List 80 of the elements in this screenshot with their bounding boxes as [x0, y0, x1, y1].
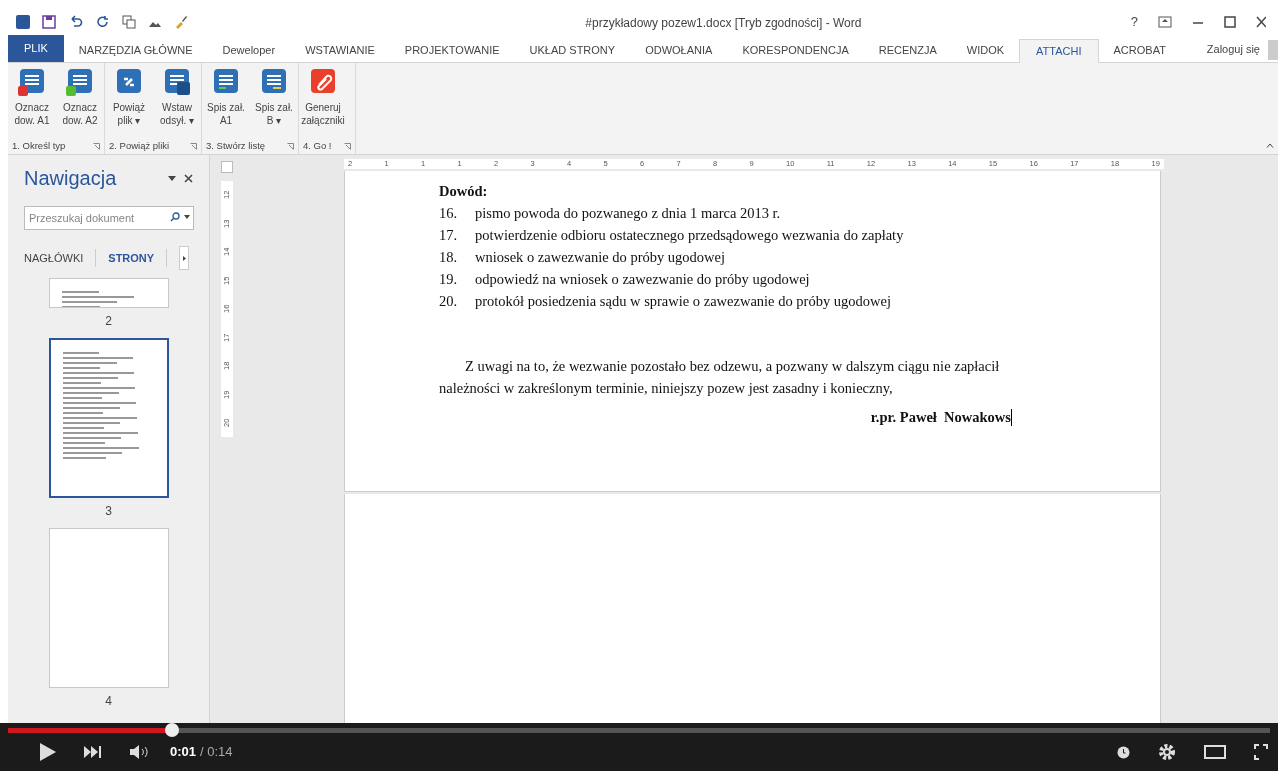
dialog-launcher-icon[interactable] [190, 142, 197, 150]
save-icon[interactable] [42, 15, 56, 29]
page-number: 3 [105, 503, 112, 520]
ribbon-tab[interactable]: RECENZJA [863, 38, 952, 62]
progress-handle[interactable] [165, 723, 180, 737]
dialog-launcher-icon[interactable] [343, 142, 351, 150]
pane-tab[interactable]: STRONY [108, 249, 167, 267]
theater-icon[interactable] [1204, 745, 1226, 759]
settings-icon[interactable] [1158, 743, 1176, 761]
dialog-launcher-icon[interactable] [93, 142, 100, 150]
document-list-icon [17, 67, 47, 97]
ribbon-tab[interactable]: PROJEKTOWANIE [389, 38, 515, 62]
search-icon[interactable] [170, 212, 180, 222]
ribbon-button[interactable]: Spis zał. B ▾ [250, 67, 298, 138]
ribbon-tab[interactable]: WIDOK [951, 38, 1020, 62]
ribbon-button[interactable]: Spis zał. A1 [202, 67, 250, 138]
more-button[interactable] [179, 246, 190, 270]
total-time: / 0:14 [200, 743, 233, 762]
list-item-text: potwierdzenie odbioru ostatecznego przedsądowego wezwania do zapłaty [475, 226, 904, 245]
play-icon[interactable] [40, 743, 56, 761]
copy-icon[interactable] [122, 15, 136, 29]
ribbon-button[interactable]: Oznacz dow. A1 [8, 67, 56, 138]
ribbon-tab[interactable]: ATTACHI [1019, 39, 1099, 63]
fullscreen-icon[interactable] [1254, 744, 1268, 760]
ribbon-button[interactable]: Oznacz dow. A2 [56, 67, 104, 138]
list-number: 19. [439, 270, 459, 289]
collapse-ribbon-icon[interactable] [1266, 143, 1274, 148]
maximize-icon[interactable] [1224, 16, 1236, 28]
current-time: 0:01 [170, 743, 197, 762]
document-list-icon [162, 67, 192, 97]
volume-icon[interactable] [130, 745, 150, 759]
ribbon-display-icon[interactable] [1158, 16, 1172, 28]
ribbon-tab[interactable]: KORESPONDENCJA [727, 38, 864, 62]
group-label: 4. Go ! [303, 138, 332, 153]
dialog-launcher-icon[interactable] [287, 142, 294, 150]
list-number: 18. [439, 248, 459, 267]
ribbon-button[interactable]: Powiąż plik ▾ [105, 67, 153, 138]
undo-icon[interactable] [68, 15, 84, 29]
list-item-text: protokół posiedzenia sądu w sprawie o zawezwanie do próby ugodowej [475, 292, 891, 311]
search-field[interactable]: Przeszukaj dokument [24, 206, 194, 230]
ribbon-tab[interactable]: NARZĘDZIA GŁÓWNE [63, 38, 208, 62]
next-icon[interactable] [84, 746, 102, 758]
list-number: 20. [439, 292, 459, 311]
list-item-text: wniosek o zawezwanie do próby ugodowej [475, 248, 726, 267]
list-number: 17. [439, 226, 459, 245]
list-number: 16. [439, 204, 459, 223]
sign-in-link[interactable]: Zaloguj się [1206, 40, 1260, 58]
file-tab[interactable]: PLIK [8, 35, 64, 62]
page-thumbnail[interactable] [48, 338, 169, 498]
redo-icon[interactable] [96, 15, 110, 29]
pane-title: Nawigacja [24, 166, 117, 191]
list-item-text: pismo powoda do pozwanego z dnia 1 marca 2013 r. [475, 204, 781, 223]
clock-icon[interactable] [1117, 745, 1130, 759]
group-label: 2. Powiąż pliki [109, 138, 170, 153]
text-cursor [1011, 409, 1012, 427]
ribbon-button[interactable]: Wstaw odsył. ▾ [153, 67, 201, 138]
document-paragraph: Z uwagi na to, że wezwanie pozostało bez odzewu, a pozwany w dalszym ciągu nie zapłacił należności w zakreślonym terminie, niniejszy pozew jest zasadny i konieczny, [439, 357, 1001, 398]
pane-tab[interactable]: NAGŁÓWKI [24, 249, 96, 267]
help-button[interactable]: ? [1130, 12, 1138, 32]
list-item-text: odpowiedź na wniosek o zawezwanie do próby ugodowej [475, 270, 810, 289]
close-icon[interactable] [1256, 16, 1266, 28]
ribbon-tab[interactable]: UKŁAD STRONY [514, 38, 631, 62]
window-title: #przykładowy pozew1.docx [Tryb zgodności] - Word [585, 16, 862, 30]
caret-icon[interactable] [184, 215, 190, 219]
caret-icon[interactable] [168, 175, 176, 181]
page-number: 2 [105, 313, 112, 330]
brush-icon[interactable] [174, 15, 188, 29]
ribbon-tab[interactable]: ODWOŁANIA [630, 38, 728, 62]
ribbon-tab[interactable]: ACROBAT [1098, 38, 1181, 62]
ribbon-tab[interactable]: WSTAWIANIE [290, 38, 390, 62]
document-heading: Dowód: [439, 182, 489, 201]
close-icon[interactable] [184, 173, 193, 183]
ribbon-button[interactable]: Generuj załączniki [299, 67, 347, 138]
ribbon-tab[interactable]: Deweloper [207, 38, 291, 62]
document-list-icon [65, 67, 95, 97]
signature: r.pr. Paweł Nowakows [870, 408, 1011, 427]
group-label: 3. Stwórz listę [206, 138, 266, 153]
page-number: 4 [105, 693, 112, 710]
group-label: 1. Określ typ [12, 138, 66, 153]
chevron-right-icon [182, 255, 186, 261]
